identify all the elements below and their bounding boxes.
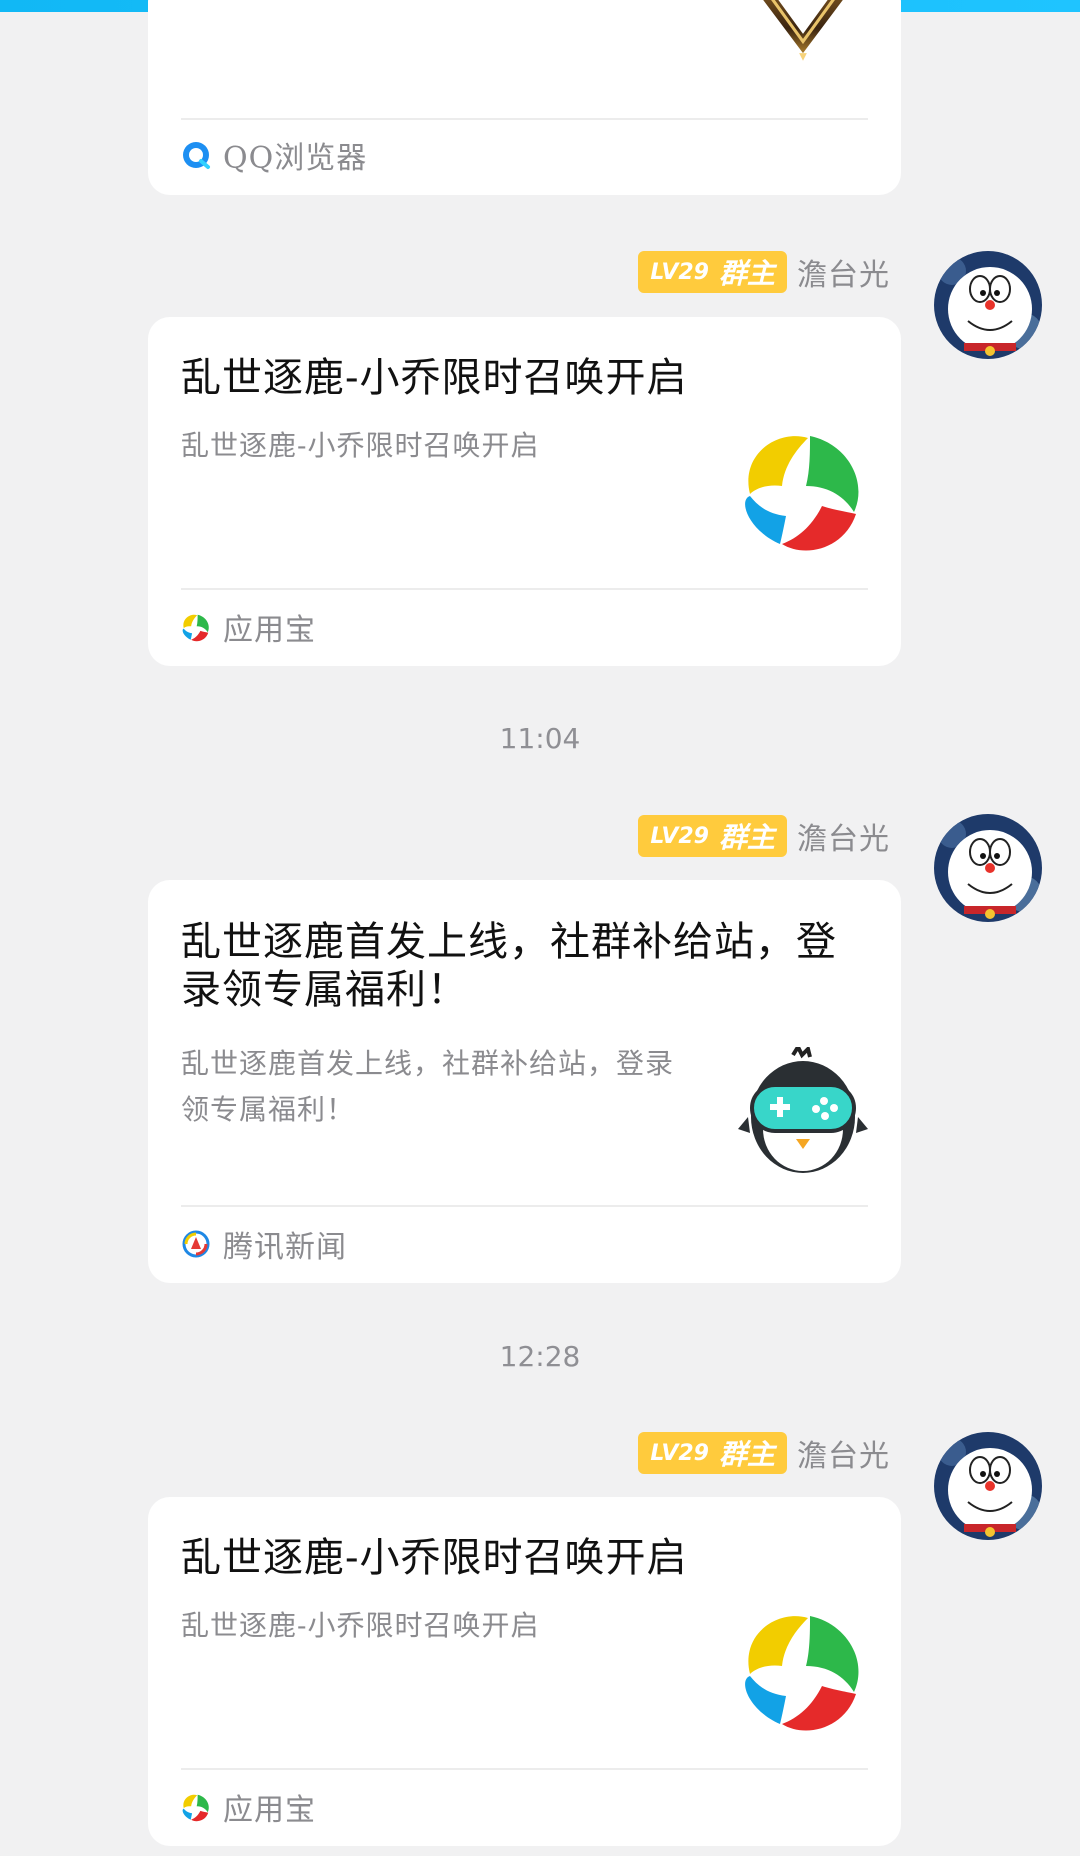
message-card[interactable]: QQ浏览器 [148, 0, 901, 195]
avatar[interactable] [934, 814, 1042, 922]
card-source: 应用宝 [181, 1787, 316, 1828]
timestamp: 11:04 [499, 722, 581, 755]
card-description: 乱世逐鹿-小乔限时召唤开启 [181, 1609, 540, 1642]
game-penguin-icon [738, 1047, 868, 1173]
card-divider [181, 118, 868, 120]
level-badge: LV29 群主 [638, 251, 787, 293]
message-card[interactable]: 乱世逐鹿-小乔限时召唤开启 乱世逐鹿-小乔限时召唤开启 应用宝 [148, 1497, 901, 1846]
avatar[interactable] [934, 1432, 1042, 1540]
timestamp: 12:28 [499, 1340, 581, 1373]
avatar[interactable] [934, 251, 1042, 359]
level-label: LV29 [650, 259, 709, 285]
message-card[interactable]: 乱世逐鹿-小乔限时召唤开启 乱世逐鹿-小乔限时召唤开启 应用宝 [148, 317, 901, 666]
role-label: 群主 [718, 821, 775, 854]
card-title: 乱世逐鹿-小乔限时召唤开启 [181, 1535, 688, 1581]
level-label: LV29 [650, 823, 709, 849]
card-source: 应用宝 [181, 607, 316, 648]
source-label: 应用宝 [223, 613, 316, 648]
tencent-news-icon [181, 1229, 211, 1259]
source-label: QQ浏览器 [223, 141, 368, 176]
yingyongbao-icon [182, 614, 209, 642]
card-divider [181, 1205, 868, 1207]
source-label: 应用宝 [223, 1793, 316, 1828]
sender-name[interactable]: 澹台光 [797, 814, 890, 858]
role-label: 群主 [718, 1438, 775, 1471]
yingyongbao-logo-icon [745, 1616, 859, 1731]
card-description: 乱世逐鹿-小乔限时召唤开启 [181, 429, 540, 462]
sender-row: LV29 群主 澹台光 [638, 1431, 890, 1475]
sender-name[interactable]: 澹台光 [797, 250, 890, 294]
doraemon-avatar-icon [934, 1432, 1042, 1540]
card-source: 腾讯新闻 [181, 1224, 347, 1265]
card-divider [181, 588, 868, 590]
rank-badge-icon [763, 0, 843, 61]
level-label: LV29 [650, 1440, 709, 1466]
yingyongbao-icon [182, 1794, 209, 1822]
level-badge: LV29 群主 [638, 1432, 787, 1474]
role-label: 群主 [718, 257, 775, 290]
card-description: 乱世逐鹿首发上线，社群补给站，登录领专属福利！ [181, 1047, 675, 1126]
sender-row: LV29 群主 澹台光 [638, 814, 890, 858]
yingyongbao-logo-icon [745, 436, 859, 551]
card-divider [181, 1768, 868, 1770]
source-label: 腾讯新闻 [223, 1230, 347, 1265]
card-title: 乱世逐鹿-小乔限时召唤开启 [181, 355, 688, 401]
doraemon-avatar-icon [934, 251, 1042, 359]
level-badge: LV29 群主 [638, 815, 787, 857]
sender-row: LV29 群主 澹台光 [638, 250, 890, 294]
card-source: QQ浏览器 [181, 135, 368, 176]
card-title: 乱世逐鹿首发上线，社群补给站，登录领专属福利！ [181, 919, 837, 1013]
message-card[interactable]: 乱世逐鹿首发上线，社群补给站，登录领专属福利！ 乱世逐鹿首发上线，社群补给站，登… [148, 880, 901, 1283]
qq-browser-icon [183, 142, 210, 169]
sender-name[interactable]: 澹台光 [797, 1431, 890, 1475]
doraemon-avatar-icon [934, 814, 1042, 922]
